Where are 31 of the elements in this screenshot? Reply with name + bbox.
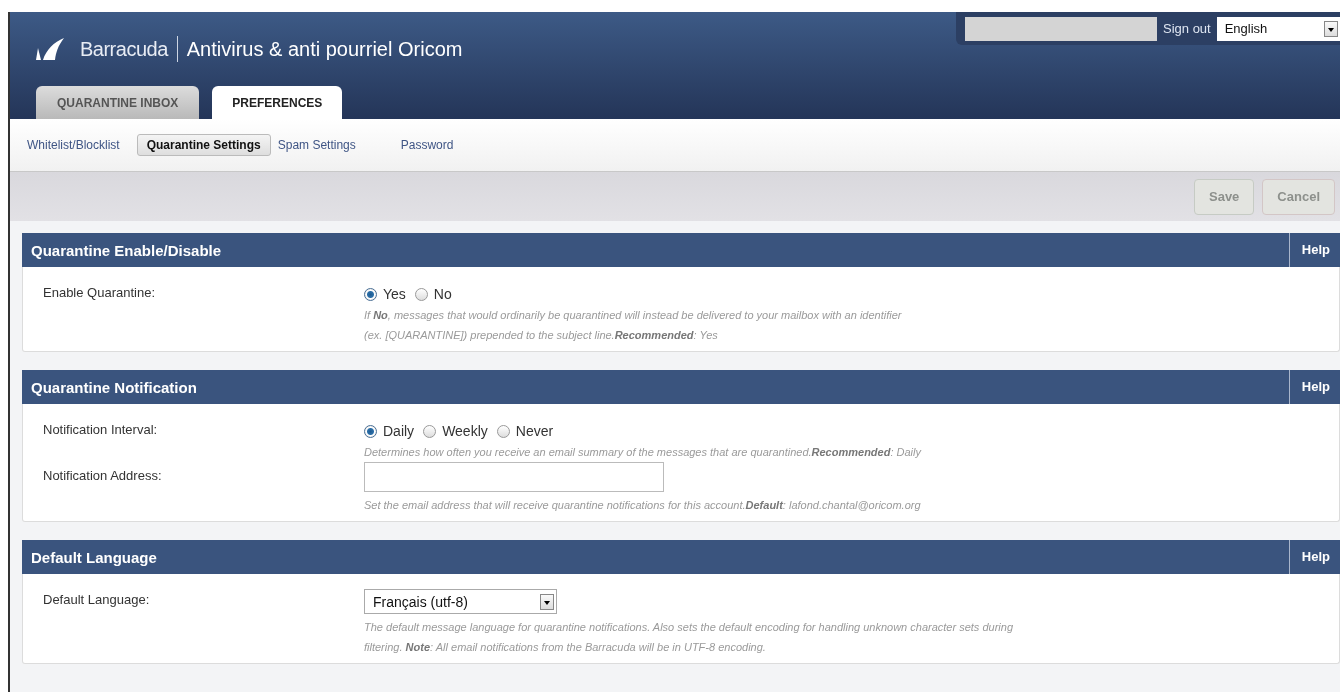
section-title: Default Language	[30, 548, 157, 566]
subnav-link[interactable]: Spam Settings	[277, 138, 356, 152]
subnav-link[interactable]: Whitelist/Blocklist	[27, 138, 120, 152]
subnav-link[interactable]: Quarantine Settings	[136, 134, 271, 156]
tab[interactable]: PREFERENCES	[212, 86, 343, 119]
help-text: Determines how often you receive an email summary of the messages that are quarantined.Recommended: Daily	[364, 445, 923, 460]
radio-option[interactable]: Yes	[364, 286, 406, 302]
field-label: Notification Address:	[43, 467, 163, 485]
field-label: Enable Quarantine:	[43, 284, 157, 302]
tab[interactable]: QUARANTINE INBOX	[36, 86, 200, 119]
field-label: Default Language:	[43, 591, 151, 609]
caret-icon	[1324, 20, 1338, 37]
caret-icon	[540, 593, 554, 610]
fin-logo-icon	[36, 38, 66, 60]
radio-option[interactable]: Daily	[364, 423, 415, 439]
section-title: Quarantine Notification	[30, 378, 197, 396]
radio-option[interactable]: No	[414, 286, 452, 302]
section-title: Quarantine Enable/Disable	[30, 241, 222, 259]
radio-option[interactable]: Never	[496, 423, 554, 439]
email-field[interactable]	[364, 462, 664, 492]
sign-out-link[interactable]: Sign out	[1163, 21, 1211, 36]
help-text: If No, messages that would ordinarily be quarantined will instead be delivered to your mailbox with an identifier (ex. [QUARANTINE]) prepended to the subject line.Recommended: Yes	[364, 308, 903, 343]
subnav-link[interactable]: Password	[400, 138, 454, 152]
help-text: Set the email address that will receive quarantine notifications for this account.Default: lafond.chantal@oricom.org	[364, 498, 922, 513]
radio-option[interactable]: Weekly	[423, 423, 488, 439]
language-select[interactable]: Français (utf-8)	[364, 589, 557, 614]
brand-name: Barracuda	[80, 37, 168, 61]
field-label: Notification Interval:	[43, 421, 159, 439]
language-select[interactable]: English	[1216, 16, 1340, 41]
app-title: Antivirus & anti pourriel Oricom	[186, 37, 463, 61]
help-text: The default message language for quarantine notifications. Also sets the default encoding for handling unknown character sets during filtering. Note: All email notifications from the Barracuda will be in UTF-8 encoding.	[364, 620, 1014, 655]
